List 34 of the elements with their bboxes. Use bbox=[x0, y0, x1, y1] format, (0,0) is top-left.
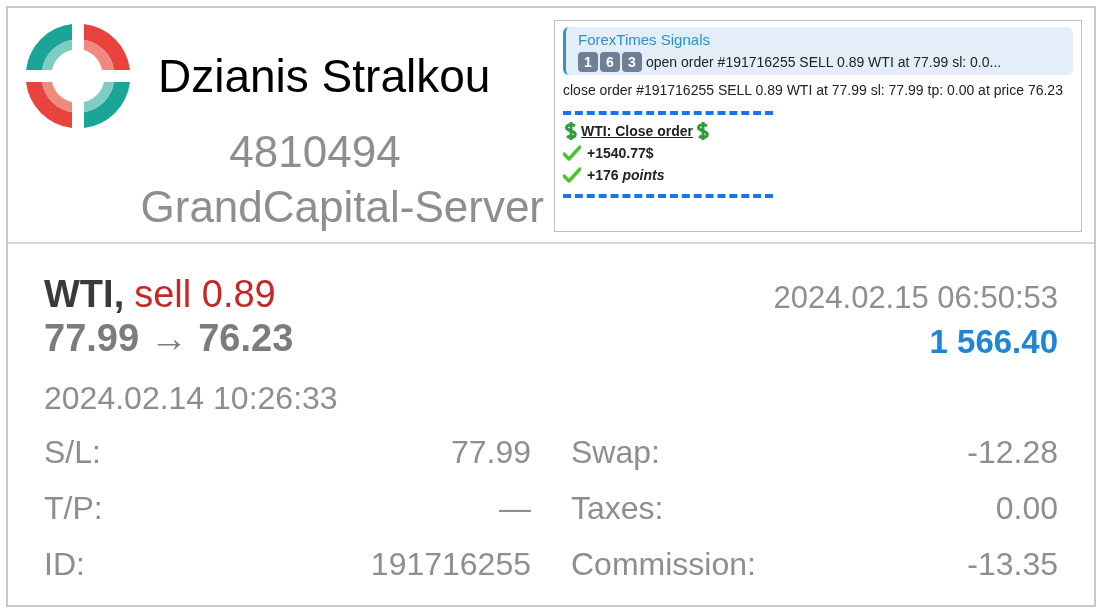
number-badge: 3 bbox=[622, 52, 642, 72]
number-badge: 1 bbox=[578, 52, 598, 72]
field-label: Taxes: bbox=[571, 489, 664, 528]
message-text: close order #191716255 SELL 0.89 WTI at 77.99 sl: 77.99 tp: 0.00 at price 76.23 bbox=[563, 80, 1064, 100]
account-name: Dzianis Stralkou bbox=[158, 48, 491, 104]
channel-name: ForexTimes Signals bbox=[578, 30, 711, 50]
field-value: 77.99 bbox=[450, 433, 531, 472]
dollar-icon bbox=[695, 121, 711, 141]
field-value: 0.00 bbox=[995, 489, 1058, 528]
open-time: 2024.02.14 10:26:33 bbox=[44, 379, 339, 418]
result-line: +1540.77$ bbox=[587, 143, 654, 163]
field-value: -13.35 bbox=[967, 545, 1058, 584]
check-icon bbox=[563, 144, 581, 161]
field-value: — bbox=[499, 489, 531, 528]
server-name: GrandCapital-Server bbox=[140, 181, 544, 233]
field-label: Commission: bbox=[571, 545, 756, 584]
number-badge: 6 bbox=[600, 52, 620, 72]
field-value: 191716255 bbox=[370, 545, 531, 584]
quoted-text: open order #191716255 SELL 0.89 WTI at 77.99 sl: 0.0... bbox=[646, 52, 1002, 72]
dollar-icon bbox=[563, 121, 579, 141]
field-label: S/L: bbox=[44, 433, 101, 472]
field-label: T/P: bbox=[44, 489, 103, 528]
field-label: Swap: bbox=[571, 433, 660, 472]
price-change: 77.99 → 76.23 bbox=[44, 316, 294, 360]
field-value: -12.28 bbox=[967, 433, 1058, 472]
symbol: WTI, bbox=[44, 272, 125, 316]
profit-value: 1 566.40 bbox=[929, 322, 1058, 362]
field-label: ID: bbox=[44, 545, 85, 584]
check-icon bbox=[563, 166, 581, 183]
result-title: WTI: Close order bbox=[581, 121, 693, 141]
close-time: 2024.02.15 06:50:53 bbox=[773, 279, 1058, 317]
trade-direction: sell 0.89 bbox=[134, 272, 276, 316]
result-line: +176 points bbox=[587, 165, 665, 185]
account-number: 4810494 bbox=[229, 126, 401, 178]
